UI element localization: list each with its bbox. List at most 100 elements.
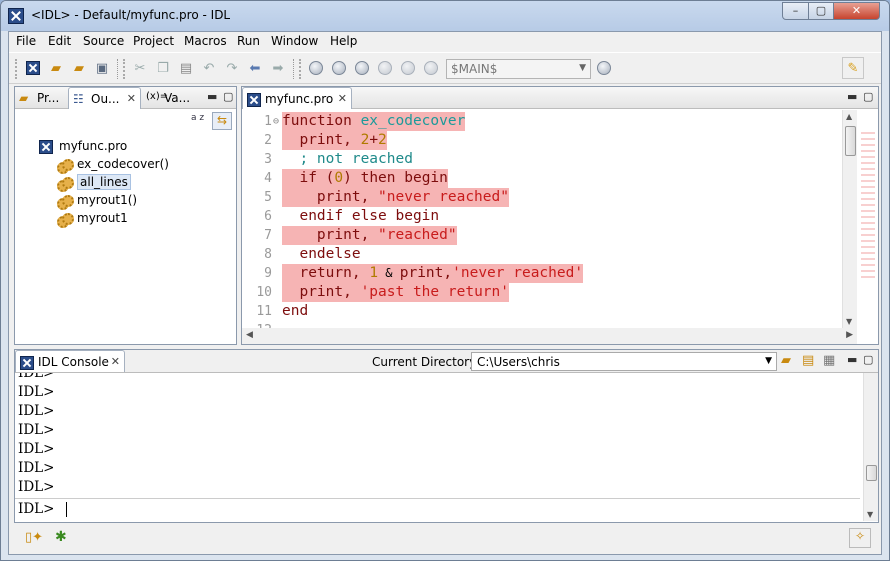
step-into-icon[interactable] — [376, 59, 394, 77]
outline-item[interactable]: myrout1 — [57, 211, 128, 228]
coverage-overview-ruler[interactable] — [861, 132, 875, 282]
close-icon[interactable]: ✕ — [338, 92, 347, 105]
outline-item-selected[interactable]: all_lines — [57, 174, 131, 192]
step-return-icon[interactable] — [422, 59, 440, 77]
close-button[interactable]: ✕ — [833, 2, 880, 20]
stop-icon[interactable] — [353, 59, 371, 77]
variables-icon: (x)= — [146, 91, 169, 102]
token: ex_codecover — [360, 113, 466, 129]
maximize-button[interactable]: ▢ — [808, 2, 834, 20]
console-vertical-scrollbar[interactable]: ▼ — [863, 373, 878, 521]
link-with-editor-icon[interactable]: ⇆ — [212, 112, 232, 130]
outline-item-label: myrout1() — [77, 193, 138, 207]
tab-projects[interactable]: ▰ Pr... — [15, 87, 68, 109]
new-idl-file-icon[interactable] — [24, 59, 42, 77]
paste-icon[interactable]: ▤ — [177, 59, 195, 77]
clear-console-icon[interactable]: ▦ — [823, 353, 835, 368]
menu-macros[interactable]: Macros — [184, 34, 227, 48]
line-number: 2 — [264, 133, 272, 148]
tab-idl-console[interactable]: IDL Console ✕ — [15, 350, 125, 372]
editor-tab-label: myfunc.pro — [265, 92, 334, 106]
debug-bug-icon[interactable]: ✱ — [55, 529, 67, 545]
cut-icon[interactable]: ✂ — [131, 59, 149, 77]
scroll-down-icon[interactable]: ▼ — [867, 510, 873, 519]
new-folder-icon[interactable]: ▰ — [47, 59, 65, 77]
editor-vertical-scrollbar[interactable]: ▲ ▼ — [842, 110, 857, 328]
console-input[interactable]: IDL> — [15, 498, 860, 519]
minimize-button[interactable]: – — [782, 2, 809, 20]
fold-icon[interactable]: ⊖ — [273, 112, 279, 131]
console-output[interactable]: IDL> IDL> IDL> IDL> IDL> IDL> IDL> IDL> — [15, 373, 860, 521]
line-number: 1 — [264, 114, 272, 129]
menu-source[interactable]: Source — [83, 34, 124, 48]
scroll-up-icon[interactable]: ▲ — [846, 112, 852, 121]
outline-item[interactable]: myrout1() — [57, 193, 138, 210]
close-icon[interactable]: ✕ — [127, 92, 136, 105]
scroll-thumb[interactable] — [866, 465, 877, 481]
minimize-view-icon[interactable]: ▬ — [847, 90, 857, 103]
token: print, — [282, 189, 379, 205]
outline-icon: ☷ — [73, 92, 84, 106]
menu-edit[interactable]: Edit — [48, 34, 71, 48]
console-line: IDL> — [18, 384, 55, 400]
menu-window[interactable]: Window — [271, 34, 318, 48]
save-icon[interactable]: ▣ — [93, 59, 111, 77]
outline-file-label: myfunc.pro — [59, 139, 128, 153]
step-over-icon[interactable] — [399, 59, 417, 77]
pro-file-icon — [247, 92, 261, 107]
title-bar[interactable]: <IDL> - Default/myfunc.pro - IDL – ▢ ✕ — [1, 1, 889, 31]
forward-icon[interactable]: ➡ — [269, 59, 287, 77]
routine-icon — [57, 194, 74, 210]
back-icon[interactable]: ⬅ — [246, 59, 264, 77]
outline-file[interactable]: myfunc.pro — [39, 139, 127, 154]
token: & — [378, 266, 400, 280]
outline-item[interactable]: ex_codecover() — [57, 157, 169, 174]
tab-variables[interactable]: (x)= Va... — [142, 87, 200, 109]
maximize-view-icon[interactable]: ▢ — [223, 90, 233, 103]
menu-help[interactable]: Help — [330, 34, 357, 48]
maximize-view-icon[interactable]: ▢ — [863, 90, 873, 103]
maximize-view-icon[interactable]: ▢ — [863, 353, 873, 366]
editor-horizontal-scrollbar[interactable]: ◀ ▶ — [242, 328, 857, 344]
lock-console-icon[interactable]: ▤ — [802, 353, 814, 368]
token: 0 — [334, 170, 344, 186]
editor-panel: myfunc.pro ✕ ▬ ▢ 1 ⊖ function ex_codecover … — [241, 86, 879, 345]
new-view-icon[interactable]: ▯✦ — [25, 530, 43, 545]
scroll-down-icon[interactable]: ▼ — [846, 317, 852, 326]
scroll-right-icon[interactable]: ▶ — [846, 330, 853, 340]
code-area[interactable]: 1 ⊖ function ex_codecover 2 print, 2+2 3 ;… — [242, 110, 850, 330]
editor-tabbar: myfunc.pro ✕ ▬ ▢ — [242, 87, 878, 109]
open-file-icon[interactable]: ▰ — [70, 59, 88, 77]
browse-folder-icon[interactable]: ▰ — [781, 353, 791, 368]
line-number: 3 — [264, 152, 272, 167]
compile-icon[interactable] — [307, 59, 325, 77]
close-icon[interactable]: ✕ — [111, 355, 120, 368]
menu-run[interactable]: Run — [237, 34, 260, 48]
menu-project[interactable]: Project — [133, 34, 174, 48]
minimize-view-icon[interactable]: ▬ — [207, 90, 217, 103]
token: end — [282, 303, 309, 319]
scroll-thumb[interactable] — [845, 126, 856, 156]
token: function — [282, 113, 361, 129]
progress-icon[interactable]: ✧ — [849, 528, 871, 548]
copy-icon[interactable]: ❐ — [154, 59, 172, 77]
undo-icon[interactable]: ↶ — [200, 59, 218, 77]
scroll-left-icon[interactable]: ◀ — [246, 330, 253, 340]
token: print, — [399, 265, 453, 281]
menu-file[interactable]: File — [16, 34, 36, 48]
scope-combo[interactable]: $MAIN$ ▼ — [446, 59, 591, 79]
minimize-view-icon[interactable]: ▬ — [847, 353, 857, 366]
toolbar-grip[interactable] — [15, 59, 18, 79]
redo-icon[interactable]: ↷ — [223, 59, 241, 77]
sort-alpha-icon[interactable]: a z — [191, 114, 204, 123]
reset-session-icon[interactable] — [595, 59, 613, 77]
current-directory-combo[interactable]: C:\Users\chris ▼ — [471, 352, 777, 371]
console-prompt: IDL> — [18, 501, 55, 517]
run-icon[interactable] — [330, 59, 348, 77]
routine-icon — [57, 212, 74, 228]
tab-myfunc-pro[interactable]: myfunc.pro ✕ — [242, 87, 352, 109]
perspective-icon[interactable]: ✎ — [842, 57, 864, 79]
tab-outline[interactable]: ☷ Ou... ✕ — [68, 87, 141, 109]
outline-panel: ▰ Pr... ☷ Ou... ✕ (x)= Va... ▬ ▢ a z ⇆ myfun… — [14, 86, 237, 345]
idl-app-icon[interactable] — [8, 8, 24, 24]
